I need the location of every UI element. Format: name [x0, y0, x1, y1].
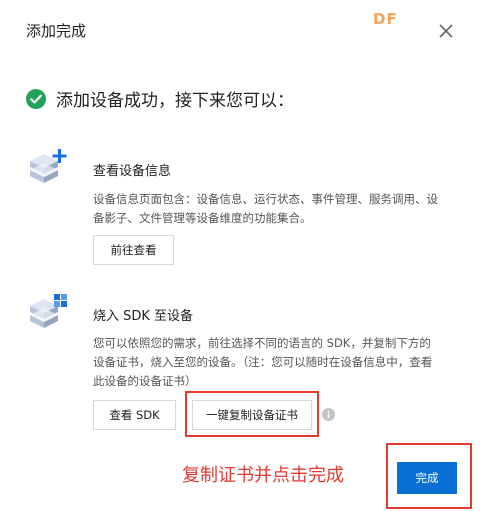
- annotation-text: 复制证书并点击完成: [182, 465, 344, 486]
- dialog-title: 添加完成: [26, 22, 87, 40]
- device-add-icon: [30, 149, 67, 183]
- info-icon[interactable]: [322, 408, 335, 421]
- close-icon[interactable]: [437, 22, 455, 40]
- section-burn-sdk-desc: 您可以依照您的需求，前往选择不同的语言的 SDK，并复制下方的 设备证书，烧入至…: [93, 336, 433, 388]
- success-text: 添加设备成功，接下来您可以：: [56, 91, 294, 111]
- success-message: 添加设备成功，接下来您可以：: [26, 86, 294, 111]
- check-circle-icon: [26, 88, 46, 109]
- done-button[interactable]: 完成: [397, 462, 457, 494]
- section-view-device-title: 查看设备信息: [93, 164, 172, 179]
- section-burn-sdk-title: 烧入 SDK 至设备: [93, 309, 194, 324]
- device-sdk-icon: [30, 294, 67, 328]
- highlight-copy-frame: [185, 391, 319, 437]
- goto-view-button[interactable]: 前往查看: [93, 235, 174, 265]
- section-view-device-desc: 设备信息页面包含：设备信息、运行状态、事件管理、服务调用、设 备影子、文件管理等…: [93, 192, 438, 225]
- view-sdk-button[interactable]: 查看 SDK: [93, 400, 176, 430]
- watermark-logo: DF: [373, 10, 398, 28]
- add-complete-dialog: 添加完成 DF 添加设备成功，接下来您可以： 查看设备信息 设备信息页面包含：设…: [0, 0, 480, 511]
